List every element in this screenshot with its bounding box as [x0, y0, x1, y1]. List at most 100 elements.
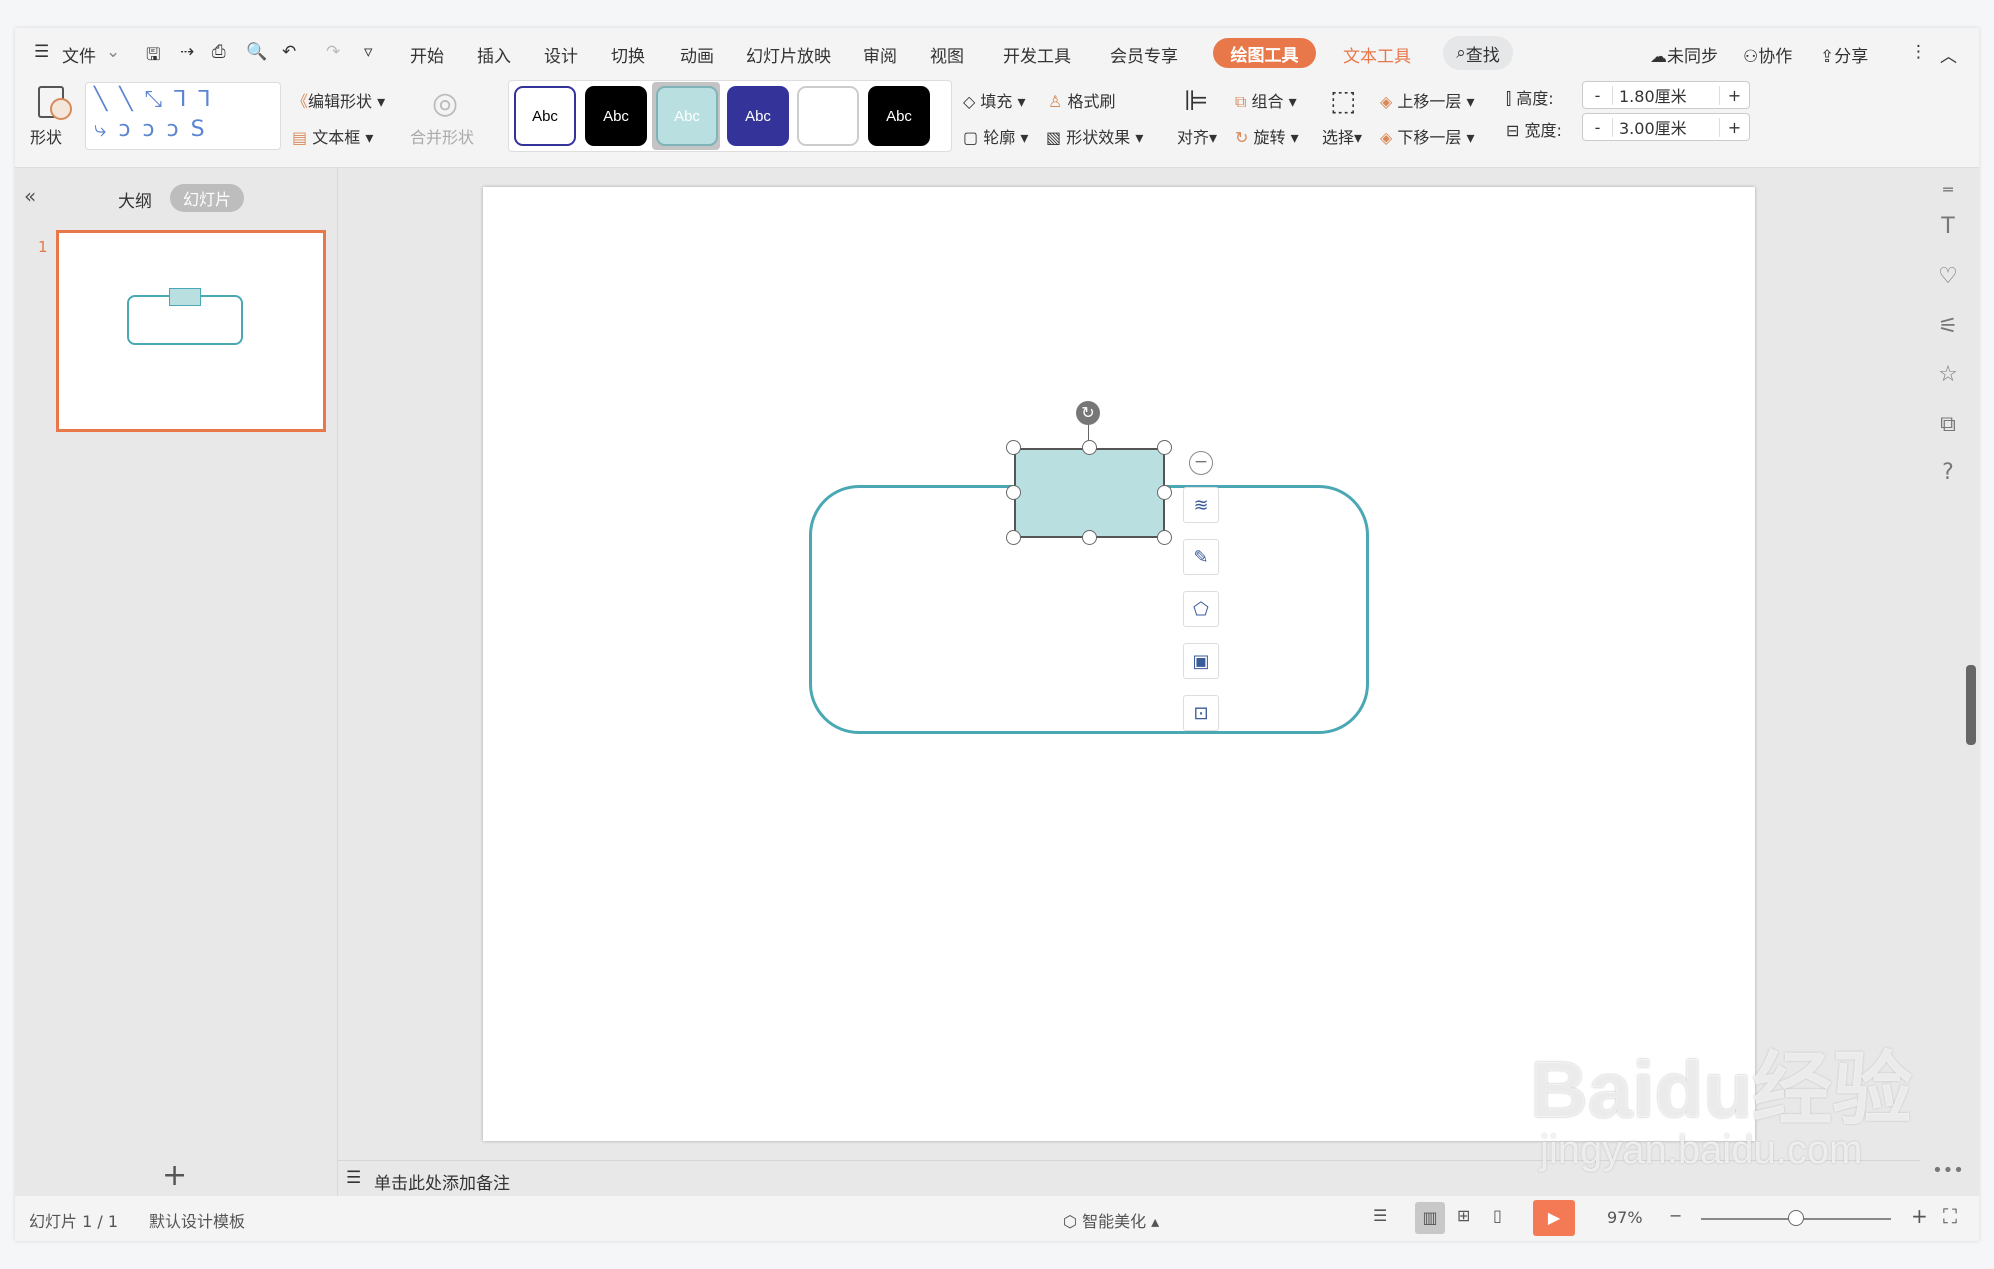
search-button[interactable]: ⌕ 查找 — [1443, 36, 1513, 70]
tab-developer[interactable]: 开发工具 — [1003, 42, 1071, 67]
zoom-slider-thumb[interactable] — [1788, 1210, 1804, 1226]
tab-insert[interactable]: 插入 — [477, 42, 511, 67]
share-doc-icon[interactable]: ⇢ — [180, 42, 194, 62]
selected-rectangle-shape[interactable] — [1014, 448, 1165, 538]
slide-thumbnail[interactable] — [56, 230, 326, 432]
normal-view-icon[interactable]: ▥ — [1415, 1202, 1445, 1234]
more-options-icon[interactable]: ••• — [1930, 1160, 1966, 1181]
outline-button[interactable]: ▢ 轮廓 ▾ — [963, 124, 1028, 148]
file-menu[interactable]: 文件 — [62, 42, 96, 67]
tab-animation[interactable]: 动画 — [680, 42, 714, 67]
fill-button[interactable]: ◇ 填充 ▾ — [963, 88, 1026, 112]
resize-handle-sw[interactable] — [1006, 530, 1021, 545]
zoom-in-icon[interactable]: + — [1911, 1204, 1928, 1228]
template-name[interactable]: 默认设计模板 — [149, 1208, 245, 1232]
resize-handle-se[interactable] — [1157, 530, 1172, 545]
menu-icon[interactable]: ☰ — [34, 42, 49, 62]
collapse-toolbar-icon[interactable]: − — [1189, 451, 1213, 475]
shape-button[interactable]: 形状 — [30, 124, 62, 148]
resize-handle-nw[interactable] — [1006, 440, 1021, 455]
collapse-ribbon-icon[interactable]: ︿ — [1940, 42, 1957, 67]
collapse-panel-icon[interactable]: « — [24, 184, 36, 208]
format-painter-button[interactable]: ♙ 格式刷 — [1048, 88, 1115, 112]
rotate-button[interactable]: ↻ 旋转 ▾ — [1235, 124, 1299, 148]
notes-toggle-icon[interactable]: ☰ — [1373, 1206, 1387, 1225]
style-preset-3[interactable]: Abc — [656, 86, 718, 146]
print-preview-icon[interactable]: 🔍 — [246, 42, 267, 62]
tab-slides[interactable]: 幻灯片 — [170, 184, 244, 212]
group-button[interactable]: ⧉ 组合 ▾ — [1235, 88, 1297, 112]
outline-style-icon[interactable]: ▣ — [1183, 643, 1219, 679]
height-stepper[interactable]: -1.80厘米 + — [1582, 81, 1750, 109]
collab-button[interactable]: ⚇协作 — [1743, 42, 1792, 67]
textbox-button[interactable]: ▤ 文本框 ▾ — [292, 124, 373, 148]
resize-handle-s[interactable] — [1082, 530, 1097, 545]
resize-handle-n[interactable] — [1082, 440, 1097, 455]
tab-design[interactable]: 设计 — [544, 42, 578, 67]
style-preset-2[interactable]: Abc — [585, 86, 647, 146]
select-button[interactable]: 选择▾ — [1322, 124, 1362, 148]
layers-icon[interactable]: ≋ — [1183, 487, 1219, 523]
edit-shape-button[interactable]: 《编辑形状 ▾ — [292, 88, 385, 112]
add-slide-button[interactable]: + — [162, 1158, 187, 1193]
width-stepper[interactable]: -3.00厘米 + — [1582, 113, 1750, 141]
zoom-level[interactable]: 97% — [1607, 1208, 1643, 1227]
more-icon[interactable]: ⋮ — [1910, 42, 1927, 62]
copy-icon[interactable]: ⧉ — [1930, 412, 1966, 437]
tab-member[interactable]: 会员专享 — [1110, 42, 1178, 67]
resize-handle-w[interactable] — [1006, 485, 1021, 500]
tab-review[interactable]: 审阅 — [863, 42, 897, 67]
shape-effect-button[interactable]: ▧ 形状效果 ▾ — [1046, 124, 1143, 148]
idea-icon[interactable]: ♡ — [1930, 264, 1966, 289]
textbox-icon: ▤ — [292, 128, 308, 147]
shape-gallery[interactable]: ╲╲⤡⅂⅂ ⤷ↄↄↄS — [85, 82, 281, 150]
width-increment[interactable]: + — [1719, 117, 1749, 137]
width-input[interactable]: 3.00厘米 — [1613, 115, 1719, 139]
text-icon[interactable]: T — [1930, 214, 1966, 239]
height-decrement[interactable]: - — [1583, 85, 1613, 105]
vertical-scrollbar[interactable] — [1900, 180, 1916, 1160]
style-preset-5[interactable] — [797, 86, 859, 146]
beautify-button[interactable]: ⬡ 智能美化 ▴ — [1063, 1208, 1159, 1232]
tab-outline[interactable]: 大纲 — [118, 187, 152, 212]
fill-bucket-icon[interactable]: ⬠ — [1183, 591, 1219, 627]
height-input[interactable]: 1.80厘米 — [1613, 83, 1719, 107]
text-box-icon[interactable]: ⊡ — [1183, 695, 1219, 731]
tab-drawing-tools[interactable]: 绘图工具 — [1213, 38, 1316, 68]
tab-view[interactable]: 视图 — [930, 42, 964, 67]
style-preset-1[interactable]: Abc — [514, 86, 576, 146]
sorter-view-icon[interactable]: ⊞ — [1457, 1206, 1470, 1225]
resize-handle-e[interactable] — [1157, 485, 1172, 500]
merge-shape-button[interactable]: 合并形状 — [410, 124, 474, 148]
undo-icon[interactable]: ↶ — [282, 42, 296, 62]
unsynced-button[interactable]: ☁未同步 — [1650, 42, 1718, 67]
align-button[interactable]: 对齐▾ — [1177, 124, 1217, 148]
bring-forward-button[interactable]: ◈ 上移一层 ▾ — [1380, 88, 1475, 112]
notes-placeholder[interactable]: 单击此处添加备注 — [374, 1169, 510, 1194]
star-icon[interactable]: ☆ — [1930, 362, 1966, 387]
reading-view-icon[interactable]: ▯ — [1493, 1206, 1502, 1225]
rotate-handle-icon[interactable]: ↻ — [1076, 401, 1100, 425]
save-icon[interactable]: 🖫 — [146, 42, 160, 71]
side-pull-tab[interactable] — [1966, 665, 1976, 745]
height-increment[interactable]: + — [1719, 85, 1749, 105]
pen-icon[interactable]: ✎ — [1183, 539, 1219, 575]
tab-slideshow[interactable]: 幻灯片放映 — [746, 42, 831, 67]
tab-transition[interactable]: 切换 — [611, 42, 645, 67]
tab-text-tools[interactable]: 文本工具 — [1343, 42, 1411, 67]
send-backward-button[interactable]: ◈ 下移一层 ▾ — [1380, 124, 1475, 148]
customize-icon[interactable]: ▿ — [364, 42, 373, 62]
resize-handle-ne[interactable] — [1157, 440, 1172, 455]
zoom-out-icon[interactable]: − — [1669, 1206, 1682, 1225]
style-preset-4[interactable]: Abc — [727, 86, 789, 146]
style-preset-6[interactable]: Abc — [868, 86, 930, 146]
share-button[interactable]: ⇪分享 — [1820, 42, 1868, 67]
redo-icon[interactable]: ↷ — [326, 42, 340, 62]
help-icon[interactable]: ? — [1930, 460, 1966, 485]
fit-window-icon[interactable]: ⛶ — [1943, 1204, 1957, 1228]
tab-start[interactable]: 开始 — [410, 42, 444, 67]
width-decrement[interactable]: - — [1583, 117, 1613, 137]
settings-icon[interactable]: ⚟ — [1930, 314, 1966, 339]
play-slideshow-icon[interactable]: ▶ — [1533, 1200, 1575, 1236]
print-icon[interactable]: ⎙ — [212, 42, 226, 62]
